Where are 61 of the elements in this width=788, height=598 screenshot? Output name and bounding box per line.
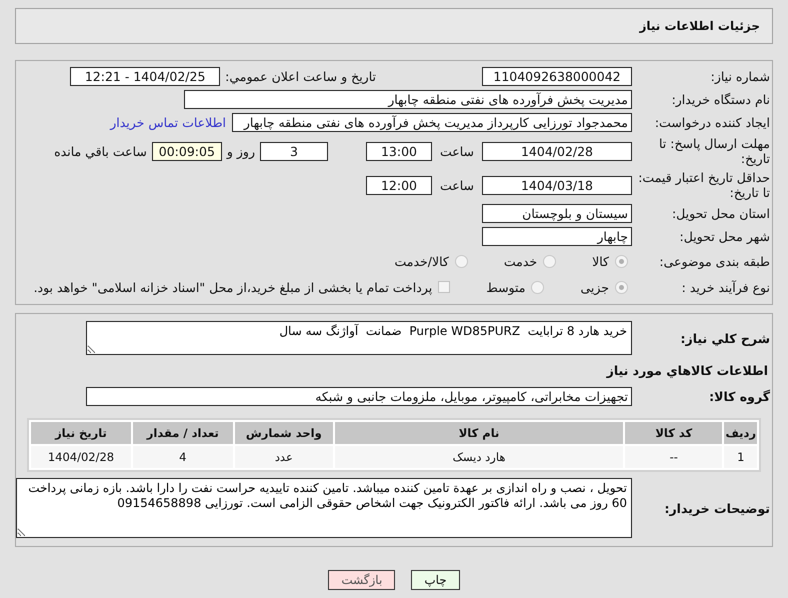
- field-label: گروه کالا:: [708, 388, 771, 404]
- description-field[interactable]: خرید هارد 8 ترابایت Purple WD85PURZ ضمانت آواژنگ سه سال: [86, 321, 632, 355]
- table-cell: 1404/02/28: [31, 446, 131, 468]
- radio-button[interactable]: [615, 254, 628, 268]
- time-label: ساعت: [440, 144, 474, 158]
- field-label: شماره نیاز:: [710, 69, 771, 84]
- days-field: 3: [260, 142, 328, 160]
- table-cell: عدد: [234, 446, 333, 468]
- time-field: 13:00: [366, 142, 432, 160]
- radio-button[interactable]: [531, 280, 544, 294]
- province-field: سیستان و بلوچستان: [482, 204, 632, 223]
- notes-field[interactable]: تحویل ، نصب و راه اندازی بر عهدة تامین کننده میباشد. تامین کننده تاییدیه حراست نفت را دارا باشد. بازه زمانی پرداخت 60 روز می باشد. ارائه فاکتور الکترونیک جهت اشخاص حقوقی الزامی است. تورزایی 09154658898: [16, 478, 632, 538]
- city-field: چابهار: [482, 227, 632, 246]
- need-number-field: 1104092638000042: [482, 67, 632, 86]
- section-heading: اطلاعات كالاهاي مورد نياز: [606, 362, 769, 378]
- checkbox[interactable]: [438, 281, 450, 293]
- column-header: تاریخ نیاز: [31, 422, 131, 444]
- radio-button[interactable]: [615, 280, 628, 294]
- radio-label: خدمت: [504, 254, 538, 268]
- print-button[interactable]: چاپ: [411, 570, 460, 590]
- table-cell: 1: [724, 446, 757, 468]
- checkbox-label: پرداخت تمام یا بخشی از مبلغ خرید،از محل "اسناد خزانه اسلامی" خواهد بود.: [34, 280, 432, 294]
- date-field: 1404/03/18: [482, 176, 632, 194]
- table-cell: هارد دیسک: [334, 446, 624, 468]
- time-field: 12:00: [366, 176, 432, 194]
- field-label: توضیحات خریدار:: [663, 500, 771, 516]
- radio-label: جزیی: [580, 280, 609, 294]
- goods-group-field: تجهیزات مخابراتی، کامپیوتر، موبایل، ملزومات جانبی و شبکه: [86, 386, 632, 406]
- radio-label: کالا: [592, 254, 609, 268]
- page-title: جزئیات اطلاعات نیاز: [639, 19, 760, 33]
- column-header: ردیف: [724, 422, 757, 444]
- field-label: تاریخ و ساعت اعلان عمومي:: [225, 69, 377, 84]
- time-label: ساعت: [440, 178, 474, 192]
- back-button[interactable]: بازگشت: [328, 570, 396, 590]
- column-header: کد کالا: [625, 422, 722, 444]
- column-header: تعداد / مقدار: [132, 422, 233, 444]
- field-label: حداقل تاریخ اعتبار قیمت: تا تاریخ:: [637, 170, 771, 200]
- contact-link[interactable]: اطلاعات تماس خریدار: [110, 115, 226, 130]
- days-label: روز و: [226, 144, 255, 158]
- table-cell: --: [625, 446, 722, 468]
- announce-date-field: 1404/02/25 - 12:21: [70, 67, 220, 86]
- field-label: ایجاد کننده درخواست:: [654, 115, 771, 130]
- radio-button[interactable]: [454, 254, 468, 268]
- table-cell: 4: [132, 446, 233, 468]
- radio-label: کالا/خدمت: [394, 254, 449, 268]
- field-label: استان محل تحویل:: [670, 206, 771, 221]
- field-label: نوع فرآیند خرید :: [680, 280, 771, 294]
- date-field: 1404/02/28: [482, 142, 632, 160]
- radio-label: متوسط: [486, 280, 526, 294]
- field-label: شهر محل تحویل:: [678, 229, 771, 244]
- buyer-org-field: مدیریت پخش فرآورده های نفتی منطقه چابهار: [184, 90, 632, 109]
- field-label: مهلت ارسال پاسخ: تا تاریخ:: [658, 136, 771, 166]
- field-label: نام دستگاه خریدار:: [670, 92, 771, 107]
- remaining-label: ساعت باقي مانده: [54, 144, 147, 158]
- field-label: شرح كلي نياز:: [680, 330, 771, 346]
- radio-button[interactable]: [543, 254, 556, 268]
- field-label: طبقه بندی موضوعی:: [658, 254, 771, 268]
- remaining-time-field: 00:09:05: [152, 142, 222, 160]
- requester-field: محمدجواد تورزایی کارپرداز مدیریت پخش فرآورده های نفتی منطقه چابهار: [232, 113, 632, 132]
- column-header: نام کالا: [334, 422, 624, 444]
- column-header: واحد شمارش: [234, 422, 333, 444]
